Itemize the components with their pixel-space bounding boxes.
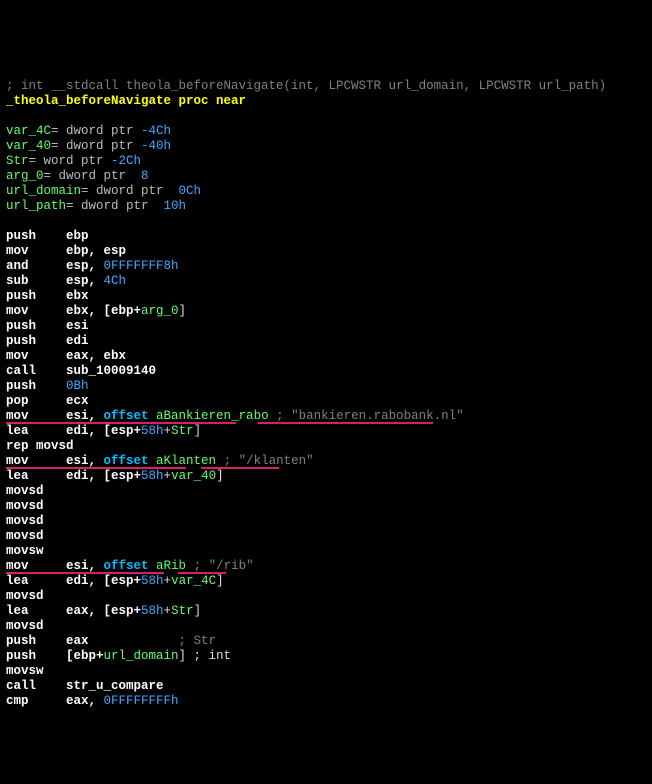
var-decl: arg_0= dword ptr 8 bbox=[6, 169, 149, 183]
asm-line: pop ecx bbox=[6, 394, 89, 408]
asm-line: lea edi, [esp+58h+Str] bbox=[6, 424, 201, 438]
var-decl: url_path= dword ptr 10h bbox=[6, 199, 186, 213]
asm-line: mov ebp, esp bbox=[6, 244, 126, 258]
asm-line: push esi bbox=[6, 319, 89, 333]
asm-line-highlighted: mov esi, offset aKlanten ; "/klanten" bbox=[6, 454, 314, 468]
asm-line: sub esp, 4Ch bbox=[6, 274, 126, 288]
blank bbox=[6, 214, 14, 228]
var-decl: url_domain= dword ptr 0Ch bbox=[6, 184, 201, 198]
asm-line: rep movsd bbox=[6, 439, 74, 453]
asm-line-highlighted: mov esi, offset aBankieren_rabo ; "banki… bbox=[6, 409, 464, 423]
asm-line: push ebx bbox=[6, 289, 89, 303]
asm-line-highlighted: mov esi, offset aRib ; "/rib" bbox=[6, 559, 254, 573]
asm-line: mov ebx, [ebp+arg_0] bbox=[6, 304, 186, 318]
asm-line: movsd bbox=[6, 589, 44, 603]
asm-line: movsd bbox=[6, 499, 44, 513]
asm-line: call str_u_compare bbox=[6, 679, 164, 693]
signature-comment: ; int __stdcall theola_beforeNavigate(in… bbox=[6, 79, 606, 93]
asm-line: mov eax, ebx bbox=[6, 349, 126, 363]
disassembly-view: ; int __stdcall theola_beforeNavigate(in… bbox=[6, 64, 646, 709]
asm-line: push [ebp+url_domain] ; int bbox=[6, 649, 231, 663]
asm-line: movsw bbox=[6, 544, 44, 558]
asm-line: movsd bbox=[6, 529, 44, 543]
asm-line: push eax ; Str bbox=[6, 634, 216, 648]
asm-line: push edi bbox=[6, 334, 89, 348]
asm-line: lea eax, [esp+58h+Str] bbox=[6, 604, 201, 618]
highlight-underline bbox=[258, 422, 433, 424]
asm-line: lea edi, [esp+58h+var_40] bbox=[6, 469, 224, 483]
asm-line: movsd bbox=[6, 514, 44, 528]
blank bbox=[6, 109, 14, 123]
asm-line: cmp eax, 0FFFFFFFFh bbox=[6, 694, 179, 708]
proc-declaration: _theola_beforeNavigate proc near bbox=[6, 94, 246, 108]
asm-line: call sub_10009140 bbox=[6, 364, 156, 378]
asm-line: lea edi, [esp+58h+var_4C] bbox=[6, 574, 224, 588]
var-decl: Str= word ptr -2Ch bbox=[6, 154, 141, 168]
asm-line: push ebp bbox=[6, 229, 89, 243]
asm-line: movsd bbox=[6, 619, 44, 633]
var-decl: var_4C= dword ptr -4Ch bbox=[6, 124, 171, 138]
asm-line: movsd bbox=[6, 484, 44, 498]
var-decl: var_40= dword ptr -40h bbox=[6, 139, 171, 153]
asm-line: push 0Bh bbox=[6, 379, 89, 393]
asm-line: and esp, 0FFFFFFF8h bbox=[6, 259, 179, 273]
asm-line: movsw bbox=[6, 664, 44, 678]
